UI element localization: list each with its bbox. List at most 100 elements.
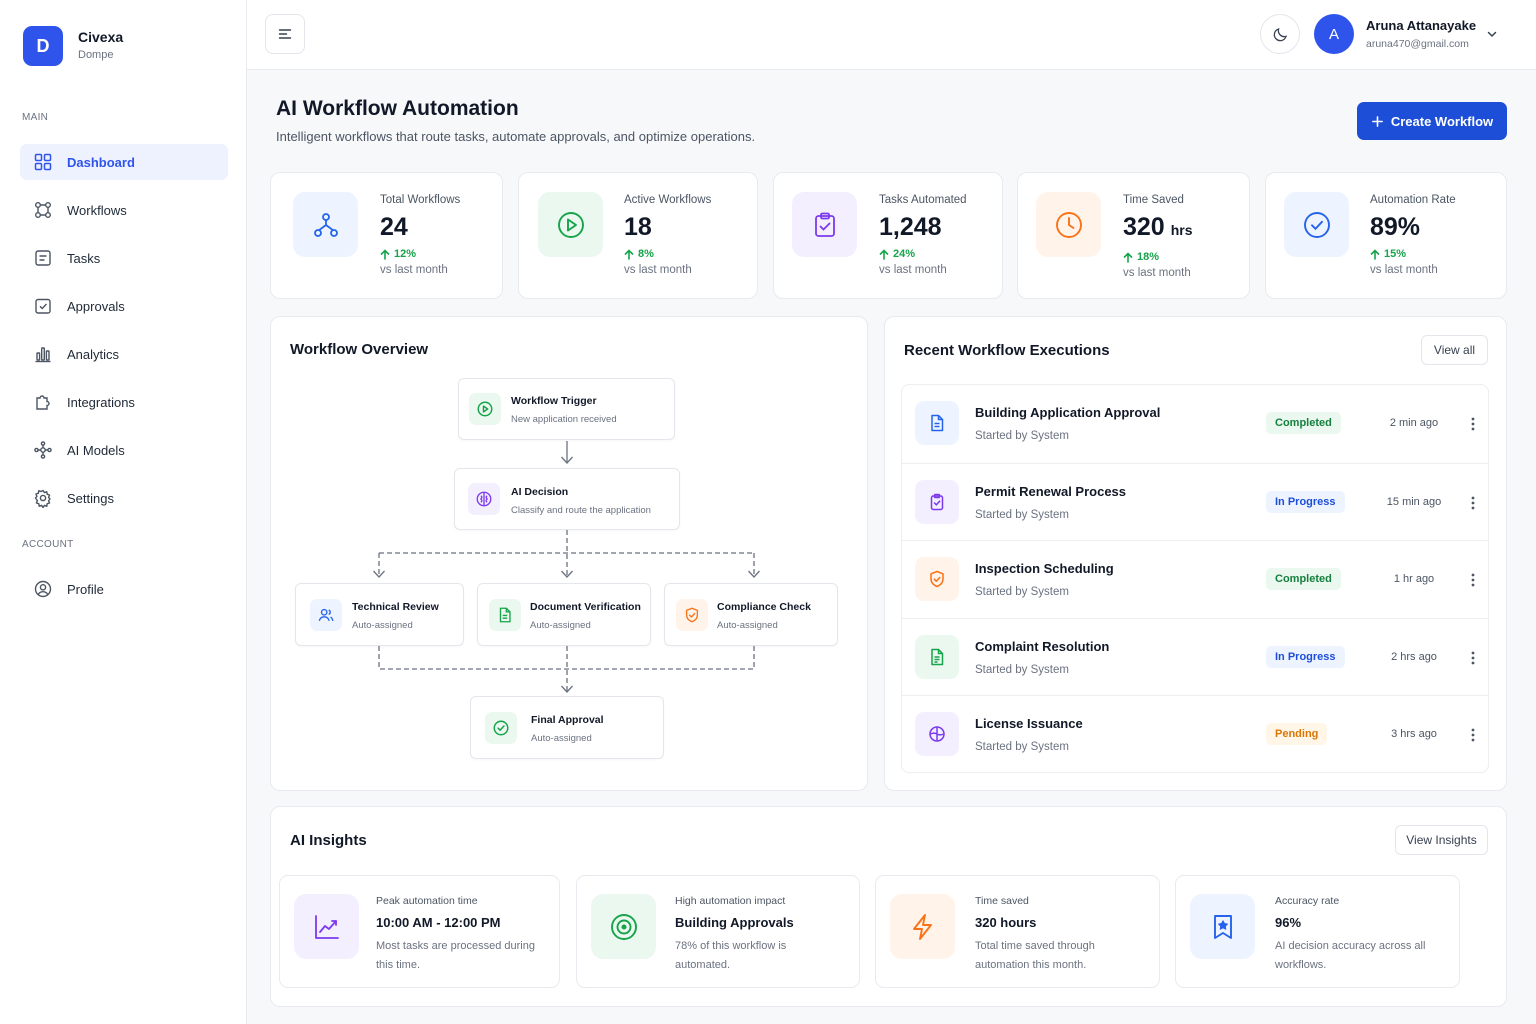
flow-node-ai-decision[interactable]: AI Decision Classify and route the appli…: [454, 468, 680, 530]
page-subtitle: Intelligent workflows that route tasks, …: [276, 129, 756, 144]
play-circle-icon: [477, 401, 493, 417]
insight-value: 320 hours: [975, 915, 1037, 930]
sidebar-item-workflows[interactable]: Workflows: [20, 192, 228, 228]
execution-subtitle: Started by System: [975, 663, 1069, 676]
workflow-nodes-icon: [313, 212, 338, 237]
execution-row[interactable]: Complaint Resolution Started by System I…: [902, 617, 1488, 696]
stat-card-time-saved[interactable]: Time Saved 320 hrs 18% vs last month: [1017, 172, 1250, 299]
user-name[interactable]: Aruna Attanayake: [1366, 18, 1476, 33]
sidebar-item-approvals[interactable]: Approvals: [20, 288, 228, 324]
target-icon: [610, 913, 637, 940]
view-all-button[interactable]: View all: [1421, 335, 1488, 365]
insight-description: Total time saved through automation this…: [975, 940, 1095, 971]
sidebar-item-label: Workflows: [67, 202, 127, 218]
stat-icon-wrapper: [1284, 192, 1349, 257]
execution-row[interactable]: Building Application Approval Started by…: [902, 385, 1488, 463]
stat-icon-wrapper: [293, 192, 358, 257]
clipboard-check-icon: [814, 212, 835, 237]
execution-row[interactable]: Inspection Scheduling Started by System …: [902, 540, 1488, 618]
sidebar-item-label: Tasks: [67, 250, 101, 266]
sidebar-item-dashboard[interactable]: Dashboard: [20, 144, 228, 180]
theme-toggle-button[interactable]: [1260, 14, 1300, 54]
insight-card-accuracy[interactable]: Accuracy rate 96% AI decision accuracy a…: [1175, 875, 1460, 988]
insight-card-peak-time[interactable]: Peak automation time 10:00 AM - 12:00 PM…: [279, 875, 560, 988]
play-circle-icon: [557, 211, 584, 238]
more-vertical-icon: [1471, 417, 1475, 431]
status-badge: Completed: [1266, 568, 1341, 591]
flow-node-subtitle: Auto-assigned: [717, 620, 778, 631]
insight-card-high-impact[interactable]: High automation impact Building Approval…: [576, 875, 860, 988]
topbar: A Aruna Attanayake aruna470@gmail.com: [247, 0, 1536, 70]
nav-section-account: ACCOUNT: [22, 539, 74, 550]
flow-node-document-verification[interactable]: Document Verification Auto-assigned: [477, 583, 651, 646]
sidebar-item-settings[interactable]: Settings: [20, 480, 228, 516]
stat-change: 24%: [879, 248, 967, 260]
execution-icon-wrapper: [915, 557, 959, 602]
sidebar-item-label: Dashboard: [67, 154, 135, 170]
tasks-icon: [35, 250, 51, 266]
menu-toggle-button[interactable]: [265, 14, 305, 54]
create-workflow-button[interactable]: Create Workflow: [1357, 102, 1507, 140]
execution-time: 3 hrs ago: [1391, 728, 1437, 741]
document-icon: [931, 414, 944, 432]
flow-node-trigger[interactable]: Workflow Trigger New application receive…: [458, 378, 675, 440]
brand[interactable]: D Civexa Dompe: [23, 26, 123, 66]
arrow-up-icon: [879, 248, 889, 260]
flow-node-subtitle: New application received: [511, 414, 617, 425]
stat-card-active-workflows[interactable]: Active Workflows 18 8% vs last month: [518, 172, 758, 299]
status-badge: In Progress: [1266, 490, 1345, 513]
create-workflow-label: Create Workflow: [1390, 113, 1494, 129]
stat-label: Active Workflows: [624, 194, 712, 206]
stat-compare: vs last month: [1370, 264, 1438, 276]
flow-node-technical-review[interactable]: Technical Review Auto-assigned: [295, 583, 464, 646]
sidebar-item-profile[interactable]: Profile: [20, 571, 228, 607]
view-insights-button[interactable]: View Insights: [1395, 825, 1488, 855]
avatar[interactable]: A: [1314, 14, 1354, 54]
stat-value: 89%: [1370, 213, 1421, 241]
status-badge: Completed: [1266, 412, 1341, 434]
stat-card-automation-rate[interactable]: Automation Rate 89% 15% vs last month: [1265, 172, 1507, 299]
workflow-overview-panel: Workflow Overview Workflow Trigger New a…: [270, 316, 868, 791]
insight-label: Accuracy rate: [1275, 895, 1340, 907]
nav-section-main: MAIN: [22, 112, 49, 123]
more-options-button[interactable]: [1465, 648, 1481, 668]
flow-node-title: Document Verification: [530, 601, 641, 613]
plus-icon: [1371, 115, 1383, 127]
execution-icon-wrapper: [915, 479, 959, 524]
flow-node-subtitle: Auto-assigned: [530, 620, 591, 631]
moon-icon: [1273, 27, 1287, 41]
more-options-button[interactable]: [1465, 725, 1481, 745]
stat-card-total-workflows[interactable]: Total Workflows 24 12% vs last month: [270, 172, 503, 299]
execution-subtitle: Started by System: [975, 586, 1069, 599]
execution-time: 2 hrs ago: [1391, 650, 1437, 663]
insight-icon-wrapper: [294, 894, 359, 959]
stat-label: Total Workflows: [380, 194, 461, 206]
execution-title: License Issuance: [975, 716, 1083, 732]
more-options-button[interactable]: [1465, 493, 1481, 513]
stat-icon-wrapper: [792, 192, 857, 257]
status-badge: Pending: [1266, 723, 1328, 746]
flow-icon-wrapper: [469, 393, 501, 425]
flow-node-title: Compliance Check: [717, 601, 811, 613]
sidebar-item-analytics[interactable]: Analytics: [20, 336, 228, 372]
execution-subtitle: Started by System: [975, 508, 1069, 521]
stat-card-tasks-automated[interactable]: Tasks Automated 1,248 24% vs last month: [773, 172, 1003, 299]
execution-row[interactable]: License Issuance Started by System Pendi…: [902, 695, 1488, 773]
more-options-button[interactable]: [1465, 570, 1481, 590]
profile-icon: [34, 580, 52, 598]
more-vertical-icon: [1471, 573, 1475, 587]
flow-node-final-approval[interactable]: Final Approval Auto-assigned: [470, 696, 664, 759]
flow-node-compliance-check[interactable]: Compliance Check Auto-assigned: [664, 583, 838, 646]
approvals-icon: [35, 298, 51, 314]
badge-icon: [929, 726, 945, 743]
sidebar-item-tasks[interactable]: Tasks: [20, 240, 228, 276]
sidebar-item-integrations[interactable]: Integrations: [20, 384, 228, 420]
chevron-down-icon[interactable]: [1485, 27, 1499, 41]
execution-row[interactable]: Permit Renewal Process Started by System…: [902, 462, 1488, 541]
sidebar-item-ai-models[interactable]: AI Models: [20, 432, 228, 468]
more-options-button[interactable]: [1465, 414, 1481, 434]
insight-card-time-saved[interactable]: Time saved 320 hours Total time saved th…: [875, 875, 1160, 988]
brain-icon: [476, 491, 492, 507]
insight-value: 96%: [1275, 915, 1302, 930]
trend-chart-icon: [314, 914, 339, 939]
